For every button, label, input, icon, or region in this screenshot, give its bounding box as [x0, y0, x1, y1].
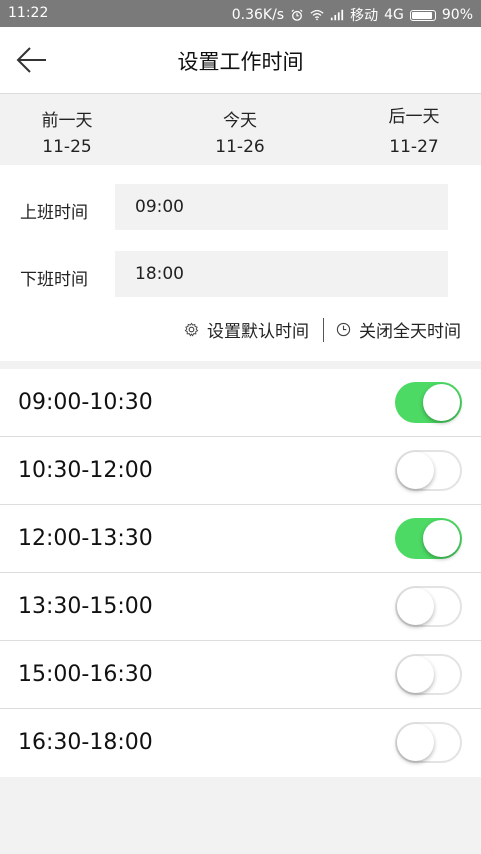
end-time-label: 下班时间	[20, 270, 88, 290]
action-divider	[323, 317, 324, 342]
toggle-knob	[423, 520, 460, 557]
time-slot-range: 10:30-12:00	[18, 458, 153, 483]
time-actions: 设置默认时间 关闭全天时间	[184, 317, 461, 342]
time-slot-row: 16:30-18:00	[0, 709, 481, 777]
time-slot-range: 12:00-13:30	[18, 526, 153, 551]
day-next-label: 后一天	[388, 107, 440, 127]
time-slot-toggle[interactable]	[395, 518, 462, 559]
toggle-knob	[397, 588, 434, 625]
time-slot-toggle[interactable]	[395, 382, 462, 423]
day-previous-label: 前一天	[41, 111, 93, 131]
time-slot-toggle[interactable]	[395, 450, 462, 491]
time-slot-list: 09:00-10:30 10:30-12:00 12:00-13:30 13:30-1…	[0, 369, 481, 777]
toggle-knob	[397, 724, 434, 761]
gear-icon	[184, 322, 199, 337]
day-next-date: 11-27	[389, 137, 439, 157]
toggle-knob	[397, 452, 434, 489]
clock-icon	[336, 322, 351, 337]
time-slot-row: 09:00-10:30	[0, 369, 481, 437]
time-slot-range: 09:00-10:30	[18, 390, 153, 415]
day-previous[interactable]: 前一天 11-25	[7, 106, 127, 157]
time-slot-toggle[interactable]	[395, 654, 462, 695]
carrier-label: 移动	[350, 8, 379, 24]
app-header: 设置工作时间	[0, 27, 481, 94]
day-today[interactable]: 今天 11-26	[180, 106, 300, 157]
day-today-date: 11-26	[215, 137, 265, 157]
set-default-button[interactable]: 设置默认时间	[184, 317, 309, 342]
time-slot-row: 13:30-15:00	[0, 573, 481, 641]
page-title: 设置工作时间	[177, 50, 304, 74]
toggle-knob	[397, 656, 434, 693]
toggle-knob	[423, 384, 460, 421]
day-previous-date: 11-25	[42, 137, 92, 157]
close-all-day-label: 关闭全天时间	[359, 322, 461, 342]
time-slot-row: 15:00-16:30	[0, 641, 481, 709]
signal-icon	[330, 9, 344, 21]
start-time-field[interactable]: 09:00	[115, 184, 448, 230]
end-time-field[interactable]: 18:00	[115, 251, 448, 297]
wifi-icon	[310, 9, 324, 21]
time-slot-range: 13:30-15:00	[18, 594, 153, 619]
battery-icon	[409, 9, 436, 21]
time-slot-range: 16:30-18:00	[18, 730, 153, 755]
set-default-label: 设置默认时间	[207, 322, 309, 342]
network-label: 4G	[384, 7, 404, 23]
status-right: 0.36K/s 移动 4G 90%	[232, 5, 473, 25]
alarm-icon	[291, 9, 303, 21]
start-time-row: 上班时间 09:00	[0, 184, 481, 232]
status-bar: 11:22 0.36K/s 移动 4G 90%	[0, 0, 481, 27]
battery-percent: 90%	[441, 7, 473, 23]
status-time: 11:22	[8, 5, 49, 21]
work-time-panel: 上班时间 09:00 下班时间 18:00 设置默认时间 关闭全天时间	[0, 165, 481, 361]
day-today-label: 今天	[223, 111, 257, 131]
net-speed: 0.36K/s	[231, 7, 285, 23]
start-time-label: 上班时间	[20, 203, 88, 223]
day-next[interactable]: 后一天 11-27	[354, 102, 474, 157]
time-slot-toggle[interactable]	[395, 586, 462, 627]
time-slot-row: 10:30-12:00	[0, 437, 481, 505]
close-all-day-button[interactable]: 关闭全天时间	[336, 317, 461, 342]
time-slot-toggle[interactable]	[395, 722, 462, 763]
time-slot-row: 12:00-13:30	[0, 505, 481, 573]
end-time-row: 下班时间 18:00	[0, 251, 481, 299]
time-slot-range: 15:00-16:30	[18, 662, 153, 687]
day-selector: 前一天 11-25 今天 11-26 后一天 11-27	[0, 94, 481, 164]
